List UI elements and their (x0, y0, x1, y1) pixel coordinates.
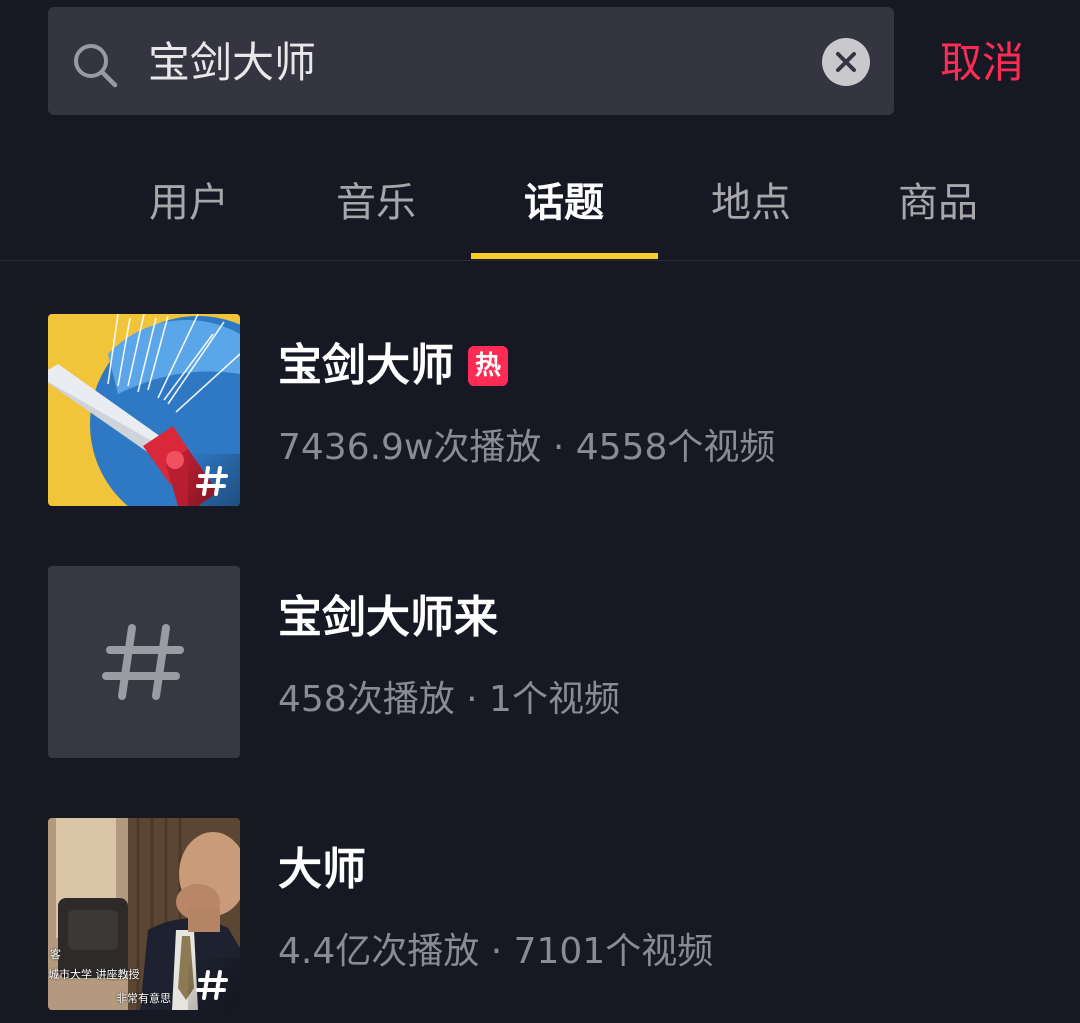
search-result-tabs: 频 用户 音乐 话题 地点 商品 (0, 160, 1080, 260)
tab-users[interactable]: 用户 (96, 176, 282, 230)
topic-row[interactable]: 宝剑大师 热 7436.9w次播放 · 4558个视频 (0, 314, 1080, 508)
clear-search-button[interactable] (822, 38, 870, 86)
close-icon (836, 52, 856, 72)
topic-thumbnail: 客 城市大学 讲座教授 非常有意思 (48, 818, 240, 1010)
topic-stats: 7436.9w次播放 · 4558个视频 (278, 427, 776, 468)
topic-row[interactable]: 客 城市大学 讲座教授 非常有意思 大师 4.4亿次播放 · 7101个视频 (0, 818, 1080, 1012)
cancel-button[interactable]: 取消 (940, 34, 1040, 92)
thumbnail-caption: 客 (50, 948, 61, 961)
topic-title: 大师 (278, 844, 366, 895)
hashtag-icon (102, 624, 184, 700)
search-icon (74, 44, 118, 88)
topic-row[interactable]: 宝剑大师来 458次播放 · 1个视频 (0, 566, 1080, 760)
topic-thumbnail (48, 314, 240, 506)
tab-music[interactable]: 音乐 (283, 176, 469, 230)
topic-title: 宝剑大师来 (278, 592, 498, 643)
topic-stats: 458次播放 · 1个视频 (278, 679, 620, 720)
hashtag-icon (188, 454, 240, 506)
topic-stats: 4.4亿次播放 · 7101个视频 (278, 931, 714, 972)
topic-title: 宝剑大师 (278, 340, 454, 391)
search-input[interactable] (148, 34, 788, 92)
tab-topics[interactable]: 话题 (471, 176, 657, 230)
tab-videos[interactable]: 频 (0, 176, 70, 230)
thumbnail-caption: 非常有意思 (116, 992, 171, 1005)
hashtag-icon (188, 958, 240, 1010)
divider (0, 260, 1080, 261)
active-tab-indicator (471, 253, 658, 259)
tab-products[interactable]: 商品 (845, 176, 1031, 230)
tab-locations[interactable]: 地点 (658, 176, 844, 230)
topic-thumbnail (48, 566, 240, 758)
thumbnail-caption: 城市大学 讲座教授 (48, 968, 140, 981)
hot-badge: 热 (468, 346, 508, 386)
